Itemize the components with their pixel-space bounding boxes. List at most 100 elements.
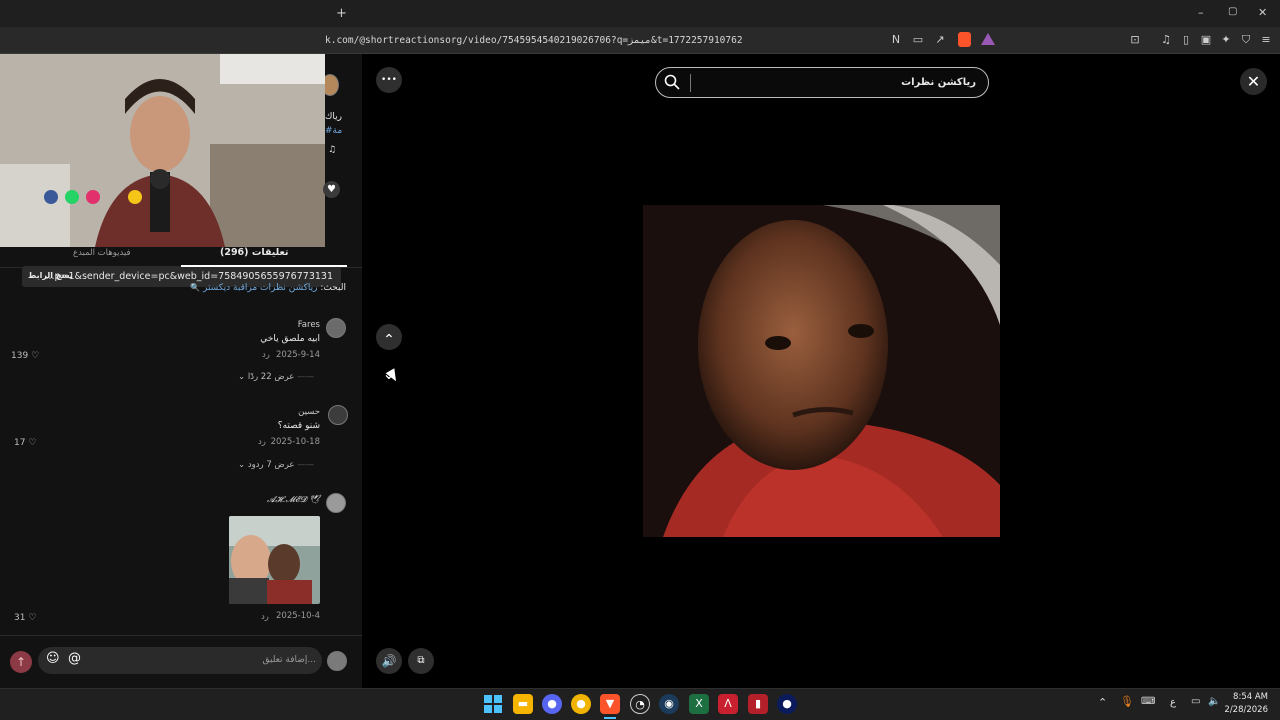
- view-replies-label: عرض 7 ردود: [247, 460, 295, 470]
- avatar[interactable]: [328, 405, 348, 425]
- comment-placeholder[interactable]: إضافة تعليق...: [262, 655, 316, 665]
- comment-username[interactable]: 𝓐𝓗.𝓜𝓔𝓓 🕊: [267, 495, 320, 505]
- new-tab-button[interactable]: +: [336, 6, 347, 21]
- app-red-icon[interactable]: Λ: [718, 694, 738, 714]
- search-icon[interactable]: [664, 74, 680, 94]
- comment-username[interactable]: حسين: [298, 407, 320, 417]
- comment-text: شنو قصته؟: [277, 421, 320, 431]
- microphone-icon[interactable]: 🎙: [1120, 695, 1134, 708]
- search-hint-prefix: البحث:: [320, 283, 346, 293]
- snapchat-share-icon[interactable]: [128, 190, 142, 204]
- user-avatar[interactable]: [327, 651, 347, 671]
- leo-icon[interactable]: ✦: [1218, 32, 1234, 48]
- previous-video-button[interactable]: ⌃: [376, 324, 402, 350]
- brave-rewards-icon[interactable]: [981, 33, 995, 45]
- restore-button[interactable]: ▢: [1228, 6, 1237, 17]
- music-icon: ♫: [328, 145, 337, 155]
- search-hint[interactable]: البحث: رياكشن نظرات مراقبة ديكستر 🔍: [190, 283, 346, 293]
- like-count[interactable]: 31 ♡: [14, 613, 36, 623]
- comment-date: 2025-10-4: [276, 611, 320, 621]
- active-app-indicator: [604, 717, 616, 719]
- media-icon[interactable]: ♫: [1158, 32, 1174, 48]
- minimize-button[interactable]: –: [1198, 6, 1204, 19]
- obs-icon[interactable]: ◔: [630, 694, 650, 714]
- emoji-icon[interactable]: ☺: [46, 651, 60, 666]
- divider-line: ——: [297, 460, 315, 470]
- app-darkred-icon[interactable]: ▮: [748, 694, 768, 714]
- view-replies-button[interactable]: ⌄ عرض 7 ردود ——: [238, 460, 314, 470]
- like-count-value: 17: [14, 438, 26, 448]
- start-button[interactable]: [484, 695, 502, 713]
- url-text[interactable]: k.com/@shortreactionsorg/video/754595454…: [325, 35, 743, 46]
- avatar[interactable]: [326, 318, 346, 338]
- avatar[interactable]: [326, 493, 346, 513]
- caption-partial: رياك: [325, 112, 343, 122]
- comment-date: 2025-9-14: [276, 350, 320, 360]
- search-hint-icon: 🔍: [190, 283, 201, 292]
- facebook-share-icon[interactable]: [44, 190, 58, 204]
- translate-icon[interactable]: N: [888, 32, 904, 48]
- keyboard-icon[interactable]: ⌨: [1141, 696, 1155, 707]
- search-input[interactable]: رياكشن نظرات: [901, 77, 976, 88]
- comment-sticker-image[interactable]: [229, 516, 320, 604]
- chevron-down-icon: ⌄: [238, 372, 246, 382]
- chevron-down-icon: ⌄: [238, 460, 246, 470]
- reply-button[interactable]: رد: [261, 612, 269, 622]
- vpn-icon[interactable]: ⛉: [1238, 32, 1254, 48]
- search-icon-svg: [664, 74, 680, 90]
- address-bar[interactable]: k.com/@shortreactionsorg/video/754595454…: [0, 27, 1280, 54]
- excel-icon[interactable]: X: [689, 694, 709, 714]
- mention-icon[interactable]: @: [68, 651, 81, 666]
- tab-creator-videos[interactable]: فيديوهات المبدع: [73, 248, 131, 258]
- clock-date[interactable]: 2/28/2026: [1224, 705, 1268, 715]
- app-blue-icon[interactable]: ●: [777, 694, 797, 714]
- volume-icon[interactable]: 🔊: [376, 648, 402, 674]
- video-frame-image: [643, 205, 1000, 537]
- tab-comments[interactable]: (296) تعليقات: [220, 247, 288, 258]
- app-yellow-icon[interactable]: ●: [571, 694, 591, 714]
- browser-tab-bar: + – ▢ ✕: [0, 0, 1280, 27]
- windows-taskbar: ▬ ● ● ▼ ◔ ◉ X Λ ▮ ● ⌃ 🎙 ⌨ ع ▭ 🔈 8:54 AM …: [0, 688, 1280, 720]
- instagram-share-icon[interactable]: [86, 190, 100, 204]
- whatsapp-share-icon[interactable]: [65, 190, 79, 204]
- view-replies-button[interactable]: ⌄ عرض 22 ردًا ——: [238, 372, 314, 382]
- more-options-button[interactable]: •••: [376, 67, 402, 93]
- share-icon[interactable]: ↗: [932, 32, 948, 48]
- copy-link-button[interactable]: نسخ الرابط: [28, 271, 73, 280]
- discord-icon[interactable]: ●: [542, 694, 562, 714]
- file-explorer-icon[interactable]: ▬: [513, 694, 533, 714]
- share-link-text[interactable]: ...p=1&sender_device=pc&web_id=758490565…: [45, 271, 333, 282]
- speaker-icon[interactable]: 🔈: [1208, 696, 1220, 707]
- clock-time[interactable]: 8:54 AM: [1233, 692, 1268, 702]
- chevron-up-icon[interactable]: ⌃: [1098, 696, 1107, 709]
- brave-browser-icon[interactable]: ▼: [600, 694, 620, 714]
- like-count[interactable]: 139 ♡: [11, 351, 39, 361]
- cast-icon[interactable]: ▭: [910, 32, 926, 48]
- sidebar-icon[interactable]: ▯: [1178, 32, 1194, 48]
- sticker-photo: [229, 516, 320, 604]
- screenshot-icon[interactable]: ⊡: [1127, 32, 1143, 48]
- search-hint-query[interactable]: رياكشن نظرات مراقبة ديكستر: [203, 283, 318, 293]
- comment-username[interactable]: Fares: [298, 320, 320, 330]
- network-icon[interactable]: ▭: [1191, 696, 1200, 707]
- menu-icon[interactable]: ≡: [1258, 32, 1274, 48]
- heart-icon[interactable]: ♥: [323, 181, 340, 198]
- brave-shields-icon[interactable]: [958, 32, 971, 47]
- picture-in-picture-icon[interactable]: ⧉: [408, 648, 434, 674]
- comment-input[interactable]: ☺ @ إضافة تعليق...: [38, 647, 322, 674]
- like-count[interactable]: 17 ♡: [14, 438, 36, 448]
- input-language[interactable]: ع: [1170, 697, 1176, 708]
- close-window-button[interactable]: ✕: [1258, 6, 1267, 19]
- steam-icon[interactable]: ◉: [659, 694, 679, 714]
- divider-line: ——: [297, 372, 315, 382]
- hashtag-partial[interactable]: #مة: [325, 126, 342, 136]
- send-button[interactable]: ↑: [10, 651, 32, 673]
- input-divider: [0, 635, 362, 636]
- webcam-overlay: [0, 54, 325, 247]
- video-search-bar[interactable]: رياكشن نظرات: [655, 67, 989, 98]
- reply-button[interactable]: رد: [262, 350, 270, 360]
- reply-button[interactable]: رد: [258, 437, 266, 447]
- webcam-feed-image: [0, 54, 325, 247]
- wallet-icon[interactable]: ▣: [1198, 32, 1214, 48]
- close-video-button[interactable]: ✕: [1240, 68, 1267, 95]
